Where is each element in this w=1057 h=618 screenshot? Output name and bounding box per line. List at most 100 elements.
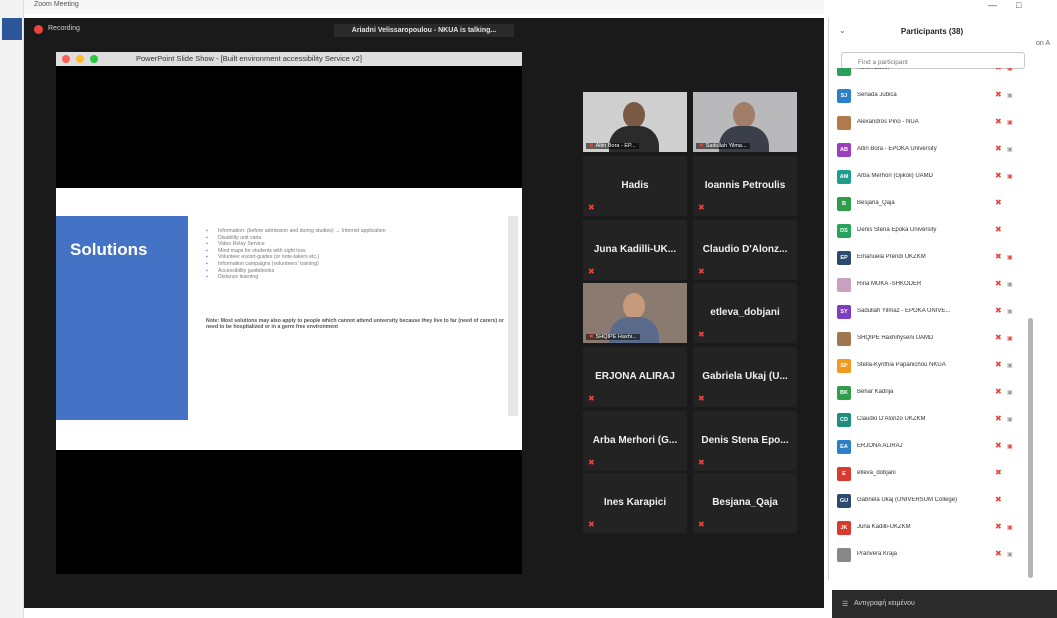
participant-row[interactable]: BK Behar Kadrija ✖ ▣: [837, 380, 1027, 407]
participant-name: Stella-Kynthia Papanichou NKUA: [857, 362, 946, 368]
participant-name-tile[interactable]: Besjana_Qaja ✖: [693, 473, 797, 533]
slide-note: Note: Most solutions may also apply to p…: [206, 318, 504, 331]
muted-mic-icon: ✖: [995, 171, 1002, 180]
avatar-photo: [837, 548, 851, 562]
participant-search-input[interactable]: [841, 52, 1025, 69]
muted-mic-icon: ✖: [588, 267, 595, 276]
participant-name-tile[interactable]: Juna Kadilli-UK... ✖: [583, 220, 687, 280]
muted-mic-icon: ✖: [995, 90, 1002, 99]
participant-row[interactable]: CD Claudio D'Alonzo UKZKM ✖ ▣: [837, 407, 1027, 434]
avatar: E: [837, 467, 851, 481]
participant-row[interactable]: Rina MUKA -SHKODER ✖ ▣: [837, 272, 1027, 299]
participant-name-tile[interactable]: Ioannis Petroulis ✖: [693, 156, 797, 216]
participant-name-tile[interactable]: Denis Stena Epo... ✖: [693, 411, 797, 471]
zoom-dot-icon[interactable]: [90, 55, 98, 63]
video-off-icon: ▣: [1007, 174, 1013, 180]
avatar: B: [837, 197, 851, 211]
participant-row[interactable]: Eetleva_dobjani ✖: [837, 461, 1027, 488]
participant-row[interactable]: DS Denis Stena Epoka University ✖: [837, 218, 1027, 245]
video-off-icon: ▣: [1007, 282, 1013, 288]
participant-tile-name: Juna Kadilli-UK...: [593, 244, 677, 255]
participant-tile-name: Arba Merhori (G...: [592, 435, 678, 446]
host-window-title: Zoom Meeting: [34, 1, 79, 8]
participant-name: Pranvera Kraja: [857, 551, 898, 557]
screen-share-view[interactable]: PowerPoint Slide Show - [Built environme…: [56, 52, 522, 574]
muted-mic-icon: ✖: [995, 144, 1002, 153]
host-window-titlebar: Zoom Meeting: [24, 0, 824, 14]
participant-row[interactable]: Pranvera Kraja ✖ ▣: [837, 542, 1027, 569]
participant-name: Juna Kadilli-UKZKM: [857, 524, 911, 530]
participant-row[interactable]: B Besjana_Qaja ✖: [837, 191, 1027, 218]
participant-video-tile[interactable]: ✖ SHQIPE Haxhi...: [583, 283, 687, 343]
participant-row[interactable]: SY Sadullah Yilmaz - EPOKA UNIVE... ✖ ▣: [837, 299, 1027, 326]
person-head: [623, 293, 645, 319]
video-off-icon: ▣: [1007, 93, 1013, 99]
participant-row[interactable]: SJ Senada Jubica ✖ ▣: [837, 83, 1027, 110]
participant-row[interactable]: EP Emanuela Prendi UKZKM ✖ ▣: [837, 245, 1027, 272]
participant-name: Sadullah Yilmaz - EPOKA UNIVE...: [857, 308, 951, 314]
muted-mic-icon: ✖: [995, 549, 1002, 558]
participant-row[interactable]: AB Altin Bora - EPOKA University ✖ ▣: [837, 137, 1027, 164]
participant-row[interactable]: Alexandros Pino - NUA ✖ ▣: [837, 110, 1027, 137]
participant-row[interactable]: EA ERJONA ALIRAJ ✖ ▣: [837, 434, 1027, 461]
participant-name-tile[interactable]: Hadis ✖: [583, 156, 687, 216]
video-off-icon: ▣: [1007, 255, 1013, 261]
muted-mic-icon: ✖: [588, 458, 595, 467]
slide-heading: Solutions: [70, 240, 148, 259]
participant-tile-name: Gabriela Ukaj (U...: [702, 371, 788, 382]
participant-row[interactable]: SP Stella-Kynthia Papanichou NKUA ✖ ▣: [837, 353, 1027, 380]
slide-bullet: Accessibility guidebooks: [206, 268, 496, 275]
participant-name: Emanuela Prendi UKZKM: [857, 254, 926, 260]
copy-text-icon: ☰: [842, 601, 849, 608]
avatar: SY: [837, 305, 851, 319]
avatar: CD: [837, 413, 851, 427]
powerpoint-window-title: PowerPoint Slide Show - [Built environme…: [136, 54, 362, 63]
avatar-photo: [837, 278, 851, 292]
minimize-icon[interactable]: —: [988, 0, 997, 10]
muted-mic-icon: ✖: [588, 394, 595, 403]
slide-title-box: Solutions: [56, 216, 188, 420]
participant-name-tile[interactable]: Ines Karapici ✖: [583, 473, 687, 533]
powerpoint-titlebar: PowerPoint Slide Show - [Built environme…: [56, 52, 522, 66]
participant-row[interactable]: AM Arba Merhori (Gjikoli) UAMD ✖ ▣: [837, 164, 1027, 191]
muted-mic-icon: ✖: [995, 306, 1002, 315]
video-off-icon: ▣: [1007, 390, 1013, 396]
slide-bullet: Video Relay Service: [206, 241, 496, 248]
close-dot-icon[interactable]: [62, 55, 70, 63]
active-speaker-banner: Ariadni Velissaropoulou - NKUA is talkin…: [334, 24, 514, 37]
slide-bullet: Distance learning: [206, 274, 496, 281]
participant-video-tile[interactable]: ✖ Altin Bora - EP...: [583, 92, 687, 152]
participant-name: Helen Zaeiri: [857, 68, 890, 71]
host-app-icon[interactable]: [2, 18, 22, 40]
participant-name-tile[interactable]: etleva_dobjani ✖: [693, 283, 797, 343]
participants-panel: ⌄ Participants (38) ⚲ Helen Zaeiri✖▣SJSe…: [828, 18, 1034, 580]
participant-tile-name: Hadis: [621, 180, 649, 191]
participant-name-tile[interactable]: Gabriela Ukaj (U... ✖: [693, 347, 797, 407]
participant-name-tile[interactable]: Arba Merhori (G... ✖: [583, 411, 687, 471]
copy-text-label: Αντιγραφή κειμένου: [854, 600, 915, 607]
muted-mic-icon: ✖: [588, 520, 595, 529]
participant-row[interactable]: SHQIPE Haxhihyseni UAMD ✖ ▣: [837, 326, 1027, 353]
minimize-dot-icon[interactable]: [76, 55, 84, 63]
participants-header: ⌄ Participants (38): [829, 18, 1035, 46]
participant-row[interactable]: Helen Zaeiri ✖ ▣: [837, 68, 1027, 83]
avatar: AB: [837, 143, 851, 157]
avatar: GU: [837, 494, 851, 508]
muted-mic-icon: ✖: [995, 117, 1002, 126]
maximize-icon[interactable]: □: [1016, 0, 1021, 10]
muted-mic-icon: ✖: [995, 468, 1002, 477]
participant-video-tile[interactable]: ✖ Sadullah Yilma...: [693, 92, 797, 152]
participant-name-tile[interactable]: Claudio D'Alonz... ✖: [693, 220, 797, 280]
participant-row[interactable]: GU Gabriela Ukaj (UNIVERSUM College) ✖: [837, 488, 1027, 515]
participant-name-tile[interactable]: ERJONA ALIRAJ ✖: [583, 347, 687, 407]
video-name-caption: ✖ Sadullah Yilma...: [696, 143, 750, 149]
slide-scrollbar[interactable]: [508, 216, 518, 416]
participants-scrollbar[interactable]: [1028, 318, 1033, 578]
muted-mic-icon: ✖: [699, 143, 704, 149]
video-name-text: Altin Bora - EP...: [595, 143, 636, 149]
meeting-topbar: Recording Ariadni Velissaropoulou - NKUA…: [24, 18, 824, 42]
participant-row[interactable]: JK Juna Kadilli-UKZKM ✖ ▣: [837, 515, 1027, 542]
bottom-popup-bar[interactable]: ☰ Αντιγραφή κειμένου: [832, 590, 1057, 618]
person-head: [733, 102, 755, 128]
avatar: BK: [837, 386, 851, 400]
